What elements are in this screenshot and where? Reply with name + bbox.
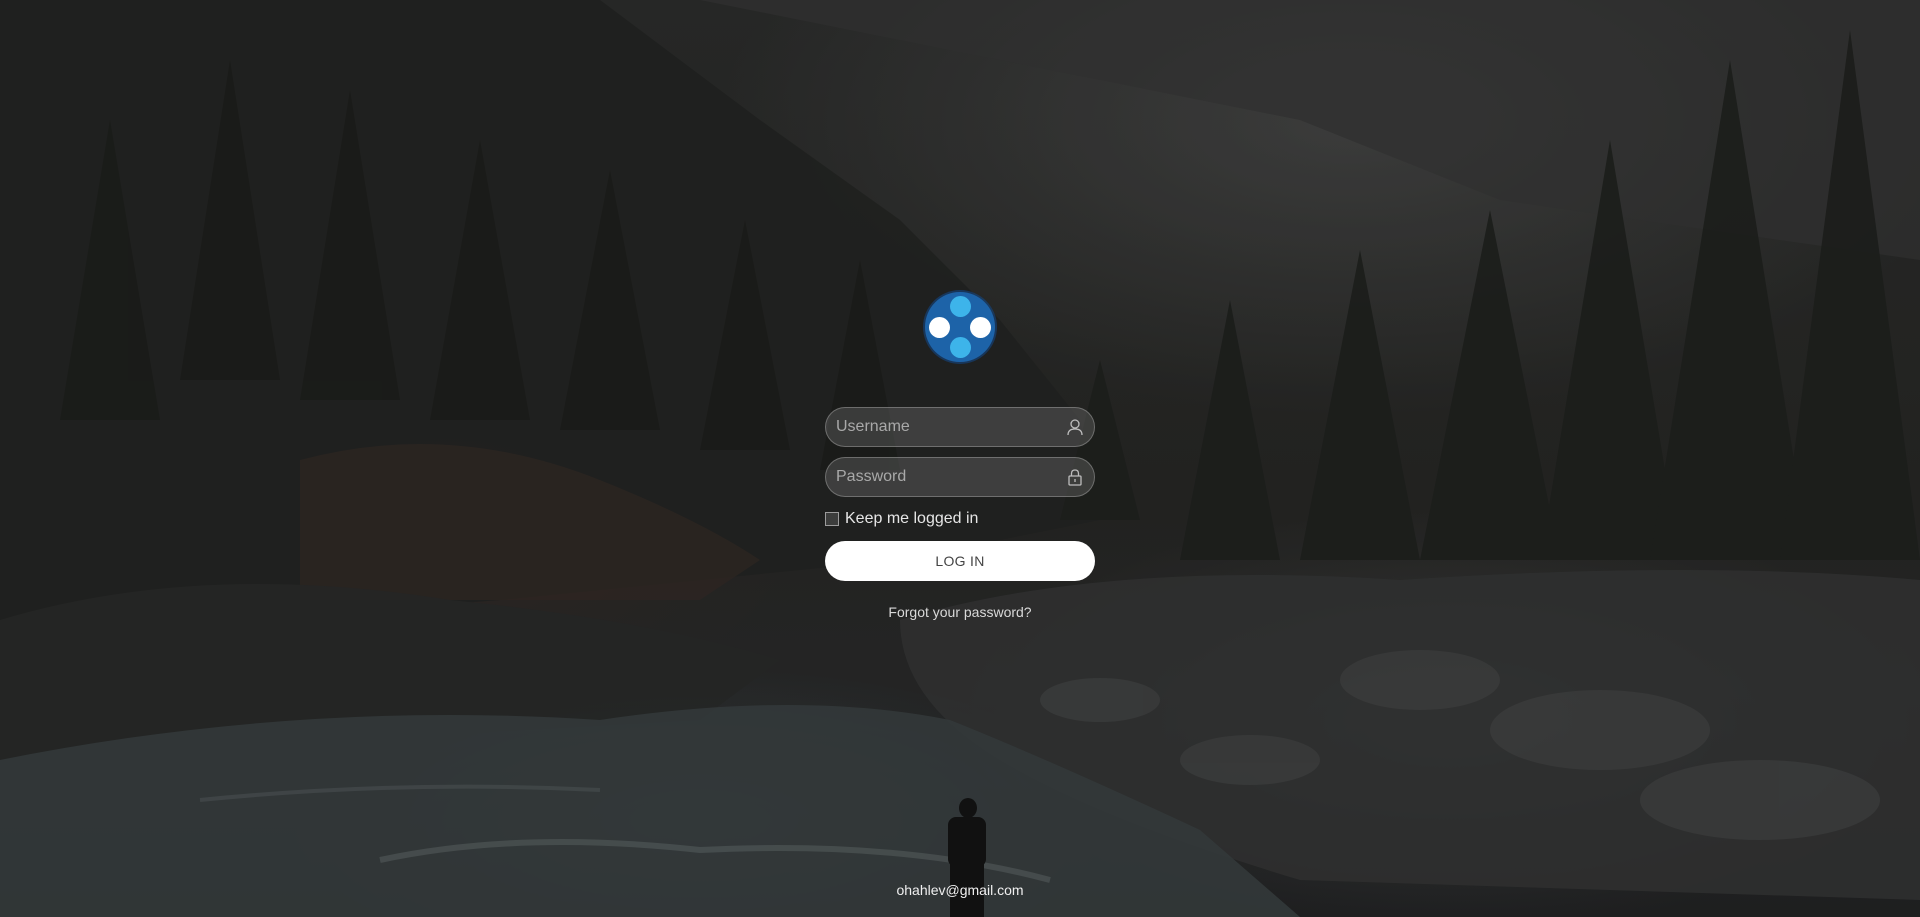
logo-dot-bottom bbox=[949, 337, 971, 358]
login-button[interactable]: LOG IN bbox=[825, 541, 1095, 581]
logo-dot-top bbox=[949, 296, 971, 317]
logo-dot-left bbox=[929, 316, 950, 338]
username-input[interactable] bbox=[836, 408, 1056, 446]
user-icon bbox=[1067, 419, 1083, 436]
app-logo bbox=[925, 292, 995, 362]
footer-email: ohahlev@gmail.com bbox=[896, 882, 1024, 898]
lock-icon bbox=[1068, 469, 1082, 486]
logo-dot-right bbox=[970, 316, 991, 338]
password-input[interactable] bbox=[836, 458, 1056, 496]
password-field[interactable] bbox=[825, 457, 1095, 497]
keep-logged-in-label: Keep me logged in bbox=[845, 510, 979, 527]
forgot-password-link[interactable]: Forgot your password? bbox=[825, 604, 1095, 620]
username-field[interactable] bbox=[825, 407, 1095, 447]
keep-logged-in-checkbox[interactable] bbox=[825, 512, 839, 526]
keep-logged-in-option[interactable]: Keep me logged in bbox=[825, 509, 978, 529]
